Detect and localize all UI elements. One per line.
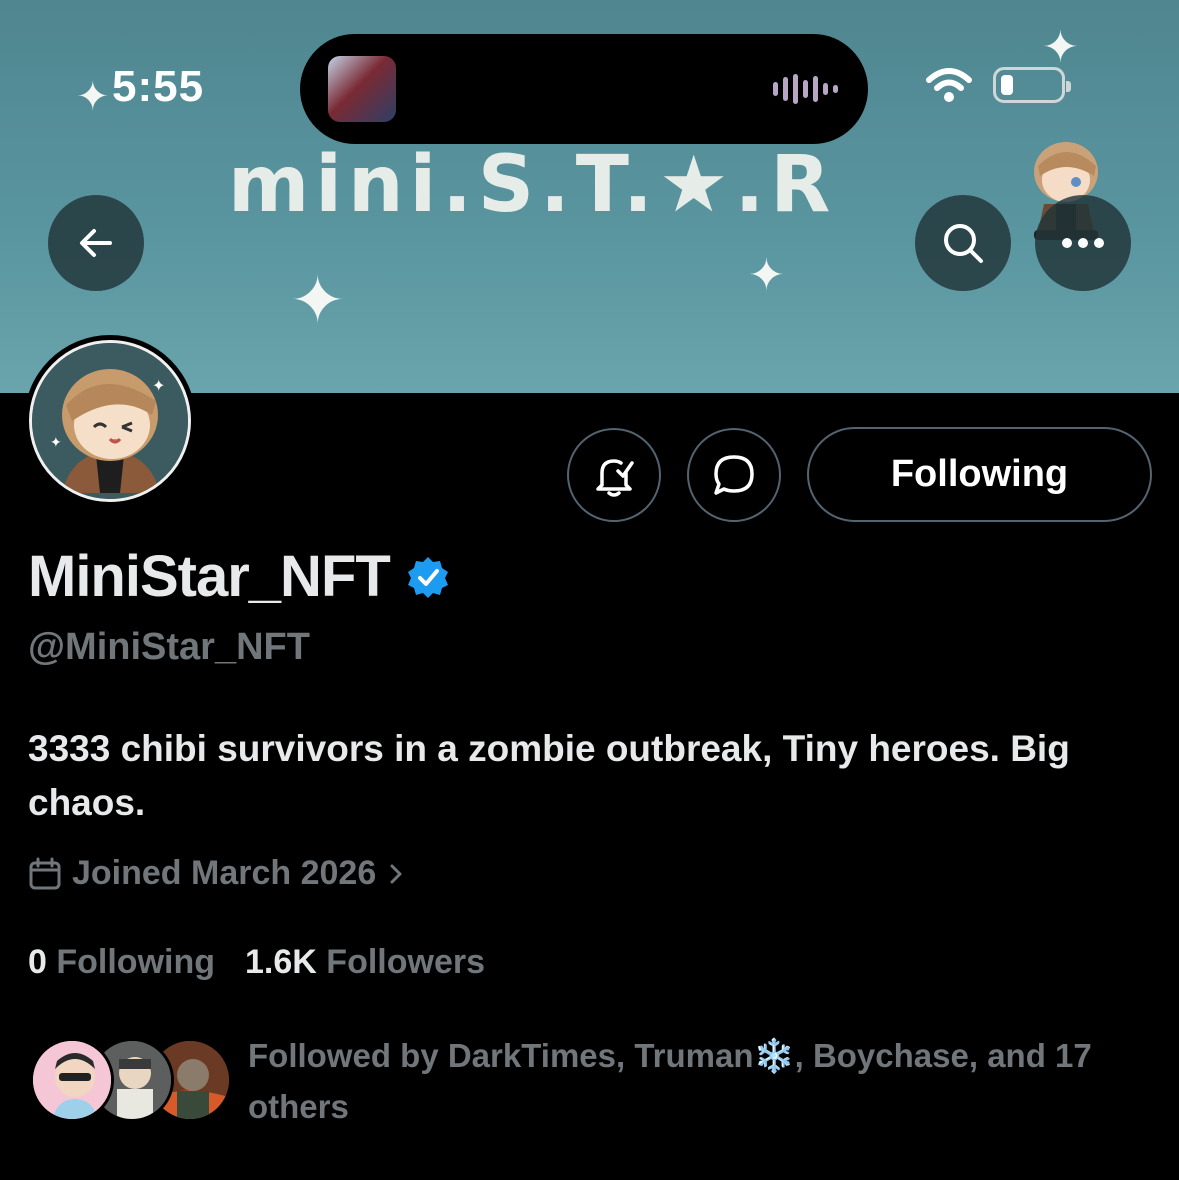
sparkle-icon: ✦	[76, 74, 110, 120]
follower-avatar	[30, 1038, 114, 1122]
search-button[interactable]	[915, 195, 1011, 291]
joined-date[interactable]: Joined March 2026	[28, 854, 406, 893]
arrow-left-icon	[80, 229, 112, 257]
svg-text:✦: ✦	[152, 376, 165, 395]
status-time: 5:55	[112, 62, 205, 111]
profile-bio: 3333 chibi survivors in a zombie outbrea…	[28, 728, 1070, 823]
followed-by-row[interactable]: Followed by DarkTimes, Truman❄️, Boychas…	[30, 1030, 1150, 1130]
following-button[interactable]: Following	[807, 427, 1152, 522]
svg-text:✦: ✦	[50, 435, 62, 451]
display-name-row: MiniStar_NFT	[28, 543, 450, 610]
followers-label: Followers	[326, 943, 485, 981]
audio-wave-icon	[773, 74, 838, 104]
search-icon	[944, 224, 983, 263]
sparkle-icon: ✦	[748, 250, 785, 301]
joined-text: Joined March 2026	[72, 854, 377, 892]
calendar-icon	[29, 857, 61, 889]
chevron-right-icon	[390, 864, 402, 883]
following-count: 0	[28, 943, 47, 981]
chat-bubble-icon	[714, 455, 754, 495]
more-icon	[1062, 238, 1104, 248]
banner-text: mini.S.T.★.R	[228, 140, 837, 230]
verified-badge-icon	[407, 556, 448, 598]
bell-check-icon	[596, 459, 634, 497]
followed-by-text: Followed by DarkTimes, Truman❄️, Boychas…	[248, 1037, 1092, 1125]
dynamic-island[interactable]	[300, 34, 868, 144]
followers-count: 1.6K	[245, 943, 317, 981]
display-name: MiniStar_NFT	[28, 544, 391, 609]
avatar-image: ✦ ✦	[32, 343, 188, 499]
battery-icon	[993, 67, 1071, 103]
more-button[interactable]	[1035, 195, 1131, 291]
message-button[interactable]	[687, 428, 781, 522]
back-button[interactable]	[48, 195, 144, 291]
status-indicators	[925, 66, 1071, 104]
sparkle-icon: ✦	[290, 262, 346, 339]
following-count-link[interactable]: 0 Following	[28, 943, 215, 982]
following-label: Following	[56, 943, 216, 981]
user-handle: @MiniStar_NFT	[28, 626, 310, 668]
profile-avatar[interactable]: ✦ ✦	[24, 335, 196, 507]
followers-count-link[interactable]: 1.6K Followers	[245, 943, 485, 982]
now-playing-thumbnail	[328, 56, 396, 122]
follow-counts: 0 Following 1.6K Followers	[28, 943, 485, 982]
notifications-button[interactable]	[567, 428, 661, 522]
wifi-icon	[926, 68, 972, 102]
